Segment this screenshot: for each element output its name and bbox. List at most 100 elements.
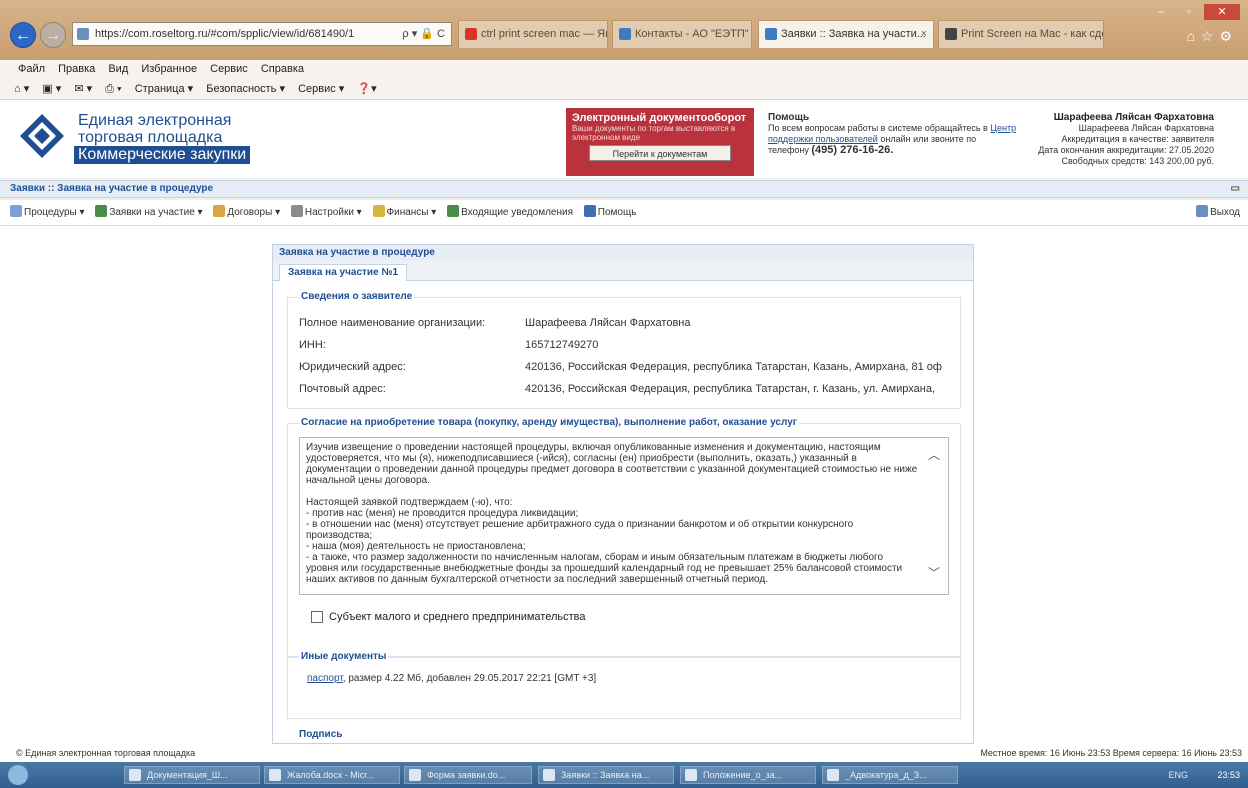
collapse-icon[interactable]: ▭: [1231, 181, 1240, 197]
taskbar-label: Жалоба.docx - Micr...: [287, 770, 375, 780]
cmd-tools[interactable]: Сервис ▾: [298, 83, 344, 95]
taskbar-item-doc5[interactable]: _Адвокатура_д_З...: [822, 766, 958, 784]
mail-icon[interactable]: ✉ ▾: [74, 83, 92, 95]
toolbar-help[interactable]: Помощь: [583, 200, 636, 226]
document-info: , размер 4.22 Мб, добавлен 29.05.2017 22…: [342, 673, 597, 684]
cmd-page[interactable]: Страница ▾: [135, 83, 193, 95]
breadcrumb-text: Заявки :: Заявка на участие в процедуре: [10, 183, 214, 194]
applications-icon: [95, 205, 108, 217]
roseltorg-logo-icon[interactable]: [18, 112, 66, 160]
help-icon[interactable]: ❓▾: [357, 83, 376, 95]
taskbar-item-doc1[interactable]: Документация_Ш...: [124, 766, 260, 784]
consent-item-1: - против нас (меня) не проводится процед…: [306, 508, 579, 519]
help-block: Помощь По всем вопросам работы в системе…: [768, 112, 1018, 156]
field-label-inn: ИНН:: [299, 339, 326, 351]
field-value-legal-address: 420136, Российская Федерация, республика…: [525, 361, 942, 373]
user-name-2: Шарафеева Ляйсан Фархатовна: [1078, 123, 1214, 133]
consent-gap: [306, 486, 918, 497]
menu-view[interactable]: Вид: [108, 63, 128, 75]
logo-line-1: Единая электронная: [78, 112, 232, 129]
taskbar-item-doc4[interactable]: Положение_о_за...: [680, 766, 816, 784]
home-icon[interactable]: ⌂ ▾: [14, 83, 29, 95]
scroll-up-icon[interactable]: ︿: [928, 449, 940, 461]
consent-paragraph-2: Настоящей заявкой подтверждаем (-ю), что…: [306, 497, 513, 508]
taskbar-item-doc2[interactable]: Жалоба.docx - Micr...: [264, 766, 400, 784]
field-label-legal-address: Юридический адрес:: [299, 361, 406, 373]
menu-file[interactable]: Файл: [18, 63, 45, 75]
taskbar-item-doc3[interactable]: Форма заявки.do...: [404, 766, 532, 784]
edo-subtitle: Ваши документы по торгам выставляются в …: [572, 124, 736, 142]
scroll-down-icon[interactable]: ﹀: [928, 567, 940, 579]
sme-checkbox[interactable]: [311, 611, 323, 623]
minimize-icon[interactable]: –: [1148, 4, 1174, 20]
consent-paragraph-1: Изучив извещение о проведении настоящей …: [306, 442, 918, 486]
taskbar-label: _Адвокатура_д_З...: [845, 770, 927, 780]
menu-help[interactable]: Справка: [261, 63, 304, 75]
maximize-icon[interactable]: ▫: [1176, 4, 1202, 20]
menu-edit[interactable]: Правка: [58, 63, 95, 75]
apple-icon: [945, 28, 957, 40]
close-window-icon[interactable]: ✕: [1204, 4, 1240, 20]
signature-legend: Подпись: [299, 729, 343, 740]
edo-documents-button[interactable]: Перейти к документам: [589, 145, 731, 161]
menu-favorites[interactable]: Избранное: [141, 63, 197, 75]
word-icon: [129, 769, 141, 781]
taskbar-item-browser[interactable]: Заявки :: Заявка на...: [538, 766, 674, 784]
window-controls: – ▫ ✕: [1148, 4, 1240, 20]
tab-label: Print Screen на Mac - как сдел...: [961, 28, 1103, 40]
close-tab-icon[interactable]: ×: [921, 21, 927, 47]
browser-tab-contacts[interactable]: Контакты - АО "ЕЭТП": [612, 20, 752, 48]
site-icon: [77, 28, 89, 40]
browser-tab-application[interactable]: Заявки :: Заявка на участи... ×: [758, 20, 934, 48]
document-entry: паспорт, размер 4.22 Мб, добавлен 29.05.…: [307, 673, 596, 684]
edo-title: Электронный документооборот: [572, 112, 747, 124]
taskbar-label: Документация_Ш...: [147, 770, 228, 780]
address-controls[interactable]: ρ ▾ 🔒 C: [402, 23, 445, 45]
user-block: Шарафеева Ляйсан Фархатовна Шарафеева Ля…: [1014, 112, 1214, 167]
eetp-icon: [619, 28, 631, 40]
toolbar-procedures[interactable]: Процедуры ▾: [10, 200, 85, 226]
help-text: По всем вопросам работы в системе обраща…: [768, 123, 988, 133]
tab-label: ctrl print screen mac — Яндек...: [481, 28, 607, 40]
toolbar-notifications[interactable]: Входящие уведомления: [447, 200, 573, 226]
back-button[interactable]: ←: [10, 22, 36, 48]
toolbar-finance[interactable]: Финансы ▾: [372, 200, 436, 226]
browser-titlebar: ← → https://com.roseltorg.ru/#com/spplic…: [0, 0, 1248, 60]
sme-label: Субъект малого и среднего предпринимател…: [329, 611, 586, 623]
toolbar-applications[interactable]: Заявки на участие ▾: [95, 200, 203, 226]
print-icon[interactable]: ⎙ ▾: [105, 83, 121, 95]
address-bar[interactable]: https://com.roseltorg.ru/#com/spplic/vie…: [72, 22, 452, 46]
consent-item-3: - наша (моя) деятельность не приостановл…: [306, 541, 526, 552]
toolbar-label: Процедуры ▾: [24, 207, 85, 218]
site-toolbar: Процедуры ▾ Заявки на участие ▾ Договоры…: [0, 200, 1248, 226]
applicant-legend: Сведения о заявителе: [299, 291, 415, 302]
field-value-inn: 165712749270: [525, 339, 599, 351]
user-name[interactable]: Шарафеева Ляйсан Фархатовна: [1014, 112, 1214, 123]
toolbar-settings[interactable]: Настройки ▾: [290, 200, 362, 226]
tab-application-1[interactable]: Заявка на участие №1: [279, 264, 408, 281]
browser-tab-printscreen[interactable]: Print Screen на Mac - как сдел...: [938, 20, 1104, 48]
feeds-icon[interactable]: ▣ ▾: [42, 83, 61, 95]
page-content: Заявка на участие в процедуре Заявка на …: [0, 226, 1248, 744]
windows-taskbar: Документация_Ш... Жалоба.docx - Micr... …: [0, 762, 1248, 788]
toolbar-label: Договоры ▾: [227, 207, 281, 218]
site-header: Единая электронная торговая площадка Ком…: [0, 100, 1248, 178]
cmd-safety[interactable]: Безопасность ▾: [206, 83, 285, 95]
exit-button[interactable]: Выход: [1196, 200, 1240, 226]
start-button-icon[interactable]: [8, 765, 28, 785]
browser-tool-icons[interactable]: ⌂☆⚙: [1186, 28, 1238, 45]
site-footer: © Единая электронная торговая площадка М…: [0, 744, 1248, 762]
footer-time: Местное время: 16 Июнь 23:53 Время серве…: [980, 748, 1242, 758]
language-indicator[interactable]: ENG: [1168, 762, 1188, 788]
forward-button[interactable]: →: [40, 22, 66, 48]
consent-textarea[interactable]: Изучив извещение о проведении настоящей …: [299, 437, 949, 595]
tab-label: Контакты - АО "ЕЭТП": [635, 28, 749, 40]
toolbar-contracts[interactable]: Договоры ▾: [213, 200, 280, 226]
passport-document-link[interactable]: паспорт: [307, 673, 343, 684]
browser-menubar: Файл Правка Вид Избранное Сервис Справка: [0, 60, 1248, 78]
taskbar-clock[interactable]: 23:53: [1217, 762, 1240, 788]
toolbar-label: Заявки на участие ▾: [109, 207, 203, 218]
exit-label: Выход: [1210, 207, 1240, 218]
browser-tab-yandex[interactable]: ctrl print screen mac — Яндек...: [458, 20, 608, 48]
menu-tools[interactable]: Сервис: [210, 63, 248, 75]
